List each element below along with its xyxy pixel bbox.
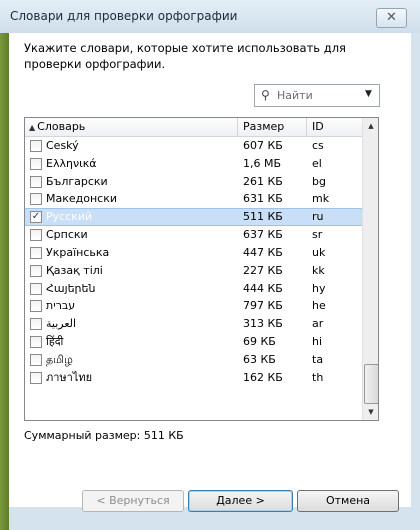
checkbox[interactable] bbox=[30, 353, 42, 366]
dictionary-id: he bbox=[312, 299, 326, 313]
search-placeholder: Найти bbox=[277, 89, 313, 102]
dictionary-size: 63 КБ bbox=[243, 352, 276, 366]
list-rows: Ceský 607 КБ cs Ελληνικά 1,6 МБ el Български 26… bbox=[25, 137, 362, 386]
dictionary-name: Հայերեն bbox=[46, 281, 96, 295]
list-item[interactable]: Српски 637 КБ sr bbox=[25, 226, 362, 244]
list-item[interactable]: Ceský 607 КБ cs bbox=[25, 137, 362, 155]
dictionary-name: தமிழ bbox=[46, 352, 73, 366]
dictionary-id: bg bbox=[312, 174, 326, 188]
close-icon: ✕ bbox=[386, 10, 397, 25]
checkbox[interactable] bbox=[30, 264, 42, 277]
dictionary-size: 227 КБ bbox=[243, 263, 283, 277]
dictionary-name: Ceský bbox=[46, 139, 79, 152]
dictionary-id: mk bbox=[312, 192, 330, 206]
back-button[interactable]: < Вернуться bbox=[82, 490, 184, 512]
total-size-label: Суммарный размер: 511 КБ bbox=[24, 429, 184, 442]
dropdown-arrow-icon[interactable]: ▼ bbox=[365, 89, 372, 99]
checkbox[interactable] bbox=[30, 335, 42, 348]
cancel-button[interactable]: Отмена bbox=[297, 490, 399, 512]
dictionary-name: עברית bbox=[46, 299, 76, 313]
magnifier-icon: ⚲ bbox=[261, 88, 270, 102]
dictionary-id: el bbox=[312, 156, 322, 170]
window-title: Словари для проверки орфографии bbox=[10, 9, 238, 23]
scroll-thumb[interactable] bbox=[364, 364, 378, 404]
checkbox[interactable] bbox=[30, 246, 42, 259]
dictionary-name: العربية bbox=[46, 317, 77, 331]
dictionary-name: Български bbox=[46, 174, 108, 188]
background-window-edge bbox=[0, 33, 9, 530]
dictionary-id: uk bbox=[312, 245, 326, 259]
list-item[interactable]: Ελληνικά 1,6 МБ el bbox=[25, 155, 362, 173]
checkbox[interactable] bbox=[30, 140, 42, 152]
list-item[interactable]: עברית 797 КБ he bbox=[25, 297, 362, 315]
column-header-id[interactable]: ID bbox=[306, 118, 362, 136]
dictionary-name: Русский bbox=[46, 210, 93, 224]
list-item[interactable]: தமிழ 63 КБ ta bbox=[25, 351, 362, 369]
list-item[interactable]: Հայերեն 444 КБ hy bbox=[25, 280, 362, 298]
dictionary-size: 511 КБ bbox=[243, 210, 283, 224]
checkbox[interactable] bbox=[30, 318, 42, 331]
checkbox[interactable]: ✓ bbox=[30, 211, 42, 224]
dictionary-id: ta bbox=[312, 352, 324, 366]
dictionary-size: 313 КБ bbox=[243, 317, 283, 331]
scroll-down-button[interactable]: ▼ bbox=[364, 404, 378, 420]
dictionary-id: hy bbox=[312, 281, 326, 295]
title-bar: Словари для проверки орфографии ✕ bbox=[0, 0, 420, 33]
dictionary-id: hi bbox=[312, 334, 323, 348]
dictionary-size: 69 КБ bbox=[243, 334, 276, 348]
dictionary-id: th bbox=[312, 370, 324, 384]
list-item[interactable]: हिंदी 69 КБ hi bbox=[25, 333, 362, 351]
dictionary-size: 607 КБ bbox=[243, 139, 283, 152]
list-item[interactable]: Български 261 КБ bg bbox=[25, 173, 362, 191]
dictionary-size: 1,6 МБ bbox=[243, 156, 282, 170]
list-item[interactable]: العربية 313 КБ ar bbox=[25, 315, 362, 333]
close-button[interactable]: ✕ bbox=[376, 8, 407, 28]
checkbox[interactable] bbox=[30, 193, 42, 206]
search-box[interactable]: ⚲ Найти ▼ bbox=[254, 84, 380, 107]
dictionary-size: 631 КБ bbox=[243, 192, 283, 206]
dictionary-id: sr bbox=[312, 228, 323, 242]
dictionary-id: ar bbox=[312, 317, 324, 331]
dictionary-name: Українська bbox=[46, 245, 110, 259]
dictionary-id: cs bbox=[312, 139, 324, 152]
list-item[interactable]: ภาษาไทย 162 КБ th bbox=[25, 369, 362, 387]
next-button[interactable]: Далее > bbox=[188, 490, 293, 512]
list-item[interactable]: Українська 447 КБ uk bbox=[25, 244, 362, 262]
dictionary-name: Српски bbox=[46, 228, 88, 242]
checkbox[interactable] bbox=[30, 371, 42, 384]
vertical-scrollbar[interactable]: ▲ ▼ bbox=[362, 118, 378, 420]
instruction-text: Укажите словари, которые хотите использо… bbox=[24, 41, 346, 71]
checkbox[interactable] bbox=[30, 157, 42, 170]
dictionary-list[interactable]: ▲ Словарь Размер ID Ceský 607 КБ cs Ελληνικά… bbox=[24, 117, 379, 421]
dictionary-size: 261 КБ bbox=[243, 174, 283, 188]
sort-ascending-icon: ▲ bbox=[29, 123, 36, 132]
dictionary-name: हिंदी bbox=[46, 334, 64, 348]
dictionary-size: 637 КБ bbox=[243, 228, 283, 242]
checkbox[interactable] bbox=[30, 282, 42, 295]
list-item[interactable]: Македонски 631 КБ mk bbox=[25, 190, 362, 208]
dictionary-name: Македонски bbox=[46, 192, 118, 206]
dictionary-name: Ελληνικά bbox=[46, 156, 97, 170]
dictionary-name: ภาษาไทย bbox=[46, 370, 93, 384]
dictionary-size: 444 КБ bbox=[243, 281, 283, 295]
dictionary-id: kk bbox=[312, 263, 325, 277]
list-item[interactable]: ✓ Русский 511 КБ ru bbox=[25, 208, 362, 227]
column-header-size[interactable]: Размер bbox=[237, 118, 305, 136]
checkbox[interactable] bbox=[30, 300, 42, 313]
checkbox[interactable] bbox=[30, 229, 42, 242]
dictionary-size: 162 КБ bbox=[243, 370, 283, 384]
dictionary-id: ru bbox=[312, 210, 324, 224]
list-item[interactable]: Қазақ тілі 227 КБ kk bbox=[25, 262, 362, 280]
column-header-name[interactable]: ▲ Словарь bbox=[25, 118, 237, 136]
checkbox[interactable] bbox=[30, 175, 42, 188]
dictionary-size: 797 КБ bbox=[243, 299, 283, 313]
list-header: ▲ Словарь Размер ID bbox=[25, 118, 362, 137]
dictionary-size: 447 КБ bbox=[243, 245, 283, 259]
scroll-up-button[interactable]: ▲ bbox=[364, 118, 378, 134]
dictionary-name: Қазақ тілі bbox=[46, 263, 103, 277]
